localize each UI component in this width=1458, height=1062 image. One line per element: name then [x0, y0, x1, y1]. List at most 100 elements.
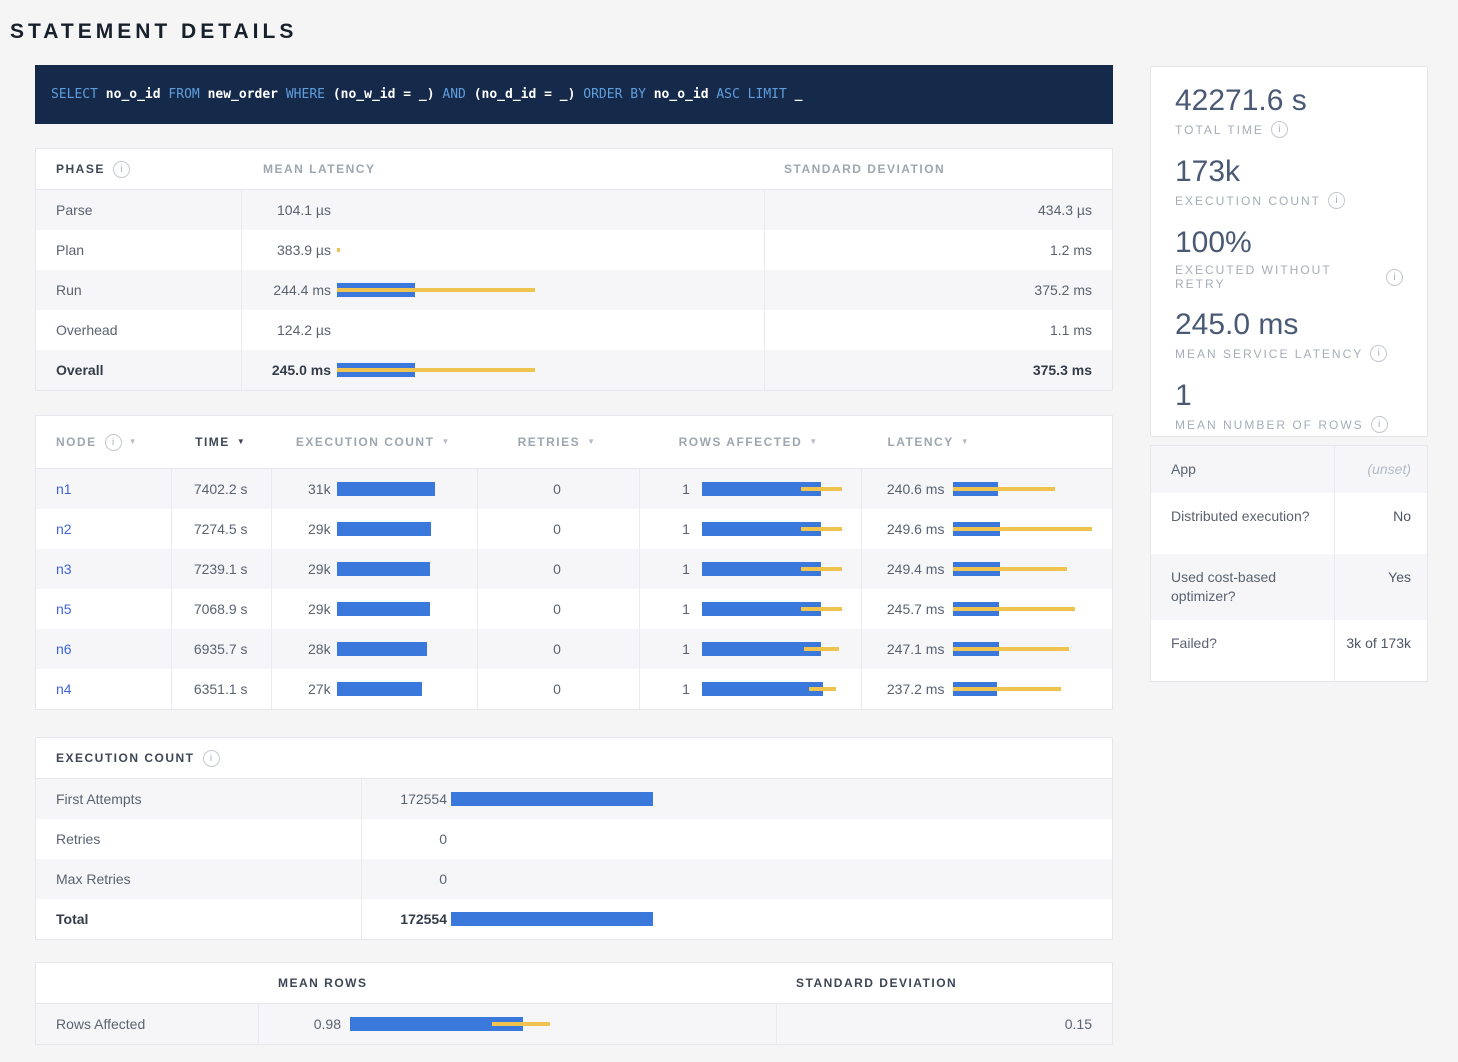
node-latency: 247.1 ms — [859, 641, 944, 657]
latency-column-header[interactable]: LATENCY ▼ — [859, 435, 1112, 449]
latency-bar — [337, 363, 756, 377]
standard-deviation-value: 0.15 — [776, 1016, 1112, 1032]
stat-value: 1 — [1175, 378, 1403, 414]
info-icon[interactable]: i — [1271, 121, 1288, 138]
table-row: Total 172554 — [36, 899, 1112, 939]
execution-count-header-label: EXECUTION COUNT — [296, 435, 435, 449]
sort-caret-icon[interactable]: ▼ — [961, 438, 970, 446]
rows-affected-bar — [702, 682, 856, 696]
node-time: 7274.5 s — [171, 521, 271, 537]
node-row: n4 6351.1 s 27k 0 1 237.2 ms — [36, 669, 1112, 709]
sql-identifier: no_o_id — [106, 87, 161, 102]
node-execution-count: 29k — [271, 561, 331, 577]
info-icon[interactable]: i — [1370, 345, 1387, 362]
mean-latency-value: 383.9 µs — [241, 242, 331, 258]
node-latency: 240.6 ms — [859, 481, 944, 497]
latency-bar — [953, 522, 1108, 536]
node-rows-affected: 1 — [638, 561, 690, 577]
table-row: Rows Affected 0.98 0.15 — [36, 1004, 1112, 1044]
info-icon[interactable]: i — [1328, 192, 1345, 209]
exec-row-label: Retries — [36, 831, 361, 847]
node-retries: 0 — [476, 601, 638, 617]
exec-row-label: First Attempts — [36, 791, 361, 807]
latency-bar — [953, 682, 1108, 696]
latency-header-label: LATENCY — [887, 435, 953, 449]
latency-bar — [953, 642, 1108, 656]
time-column-header[interactable]: TIME▼ — [171, 435, 271, 449]
latency-bar — [337, 243, 756, 257]
info-icon[interactable]: i — [1371, 416, 1388, 433]
table-row: Max Retries 0 — [36, 859, 1112, 899]
node-row: n5 7068.9 s 29k 0 1 245.7 ms — [36, 589, 1112, 629]
execution-count-bar — [337, 682, 473, 696]
node-retries: 0 — [476, 521, 638, 537]
rows-affected-bar — [702, 642, 856, 656]
node-latency: 249.4 ms — [859, 561, 944, 577]
mean-latency-value: 244.4 ms — [241, 282, 331, 298]
rows-affected-bar — [702, 522, 856, 536]
summary-stats-card: 42271.6 s TOTAL TIMEi 173k EXECUTION COU… — [1150, 66, 1428, 437]
rows-affected-label: Rows Affected — [36, 1016, 258, 1032]
stat-value: 42271.6 s — [1175, 83, 1403, 119]
stat-mean-service-latency: 245.0 ms MEAN SERVICE LATENCYi — [1175, 307, 1403, 362]
info-icon[interactable]: i — [203, 750, 220, 767]
rows-affected-bar — [702, 482, 856, 496]
sql-statement-box: SELECT no_o_id FROM new_order WHERE (no_… — [35, 65, 1113, 124]
node-rows-affected: 1 — [638, 641, 690, 657]
node-rows-affected: 1 — [638, 601, 690, 617]
attribute-label: Failed? — [1151, 620, 1332, 681]
info-icon[interactable]: i — [1386, 269, 1403, 286]
execution-count-column-header[interactable]: EXECUTION COUNT ▼ — [271, 435, 477, 449]
stat-label: MEAN SERVICE LATENCYi — [1175, 345, 1403, 362]
node-rows-affected: 1 — [638, 481, 690, 497]
node-link[interactable]: n4 — [56, 681, 72, 697]
sql-keyword: FROM — [161, 87, 208, 102]
attribute-row-cost-based-optimizer: Used cost-based optimizer? Yes — [1151, 554, 1427, 620]
sql-keyword: ORDER BY — [575, 87, 653, 102]
info-icon[interactable]: i — [113, 161, 130, 178]
stat-mean-number-of-rows: 1 MEAN NUMBER OF ROWS i — [1175, 378, 1403, 433]
sort-caret-icon[interactable]: ▼ — [587, 438, 596, 446]
sql-identifier: (no_w_id = _) — [333, 87, 435, 102]
node-header-label: NODE — [56, 435, 97, 449]
sort-caret-icon[interactable]: ▼ — [441, 438, 450, 446]
node-rows-affected: 1 — [638, 521, 690, 537]
node-link[interactable]: n5 — [56, 601, 72, 617]
sort-caret-icon[interactable]: ▼ — [237, 438, 246, 446]
node-time: 6351.1 s — [171, 681, 271, 697]
table-row: Retries 0 — [36, 819, 1112, 859]
node-rows-affected: 1 — [638, 681, 690, 697]
execution-count-table-header: EXECUTION COUNTi — [36, 738, 1112, 779]
node-link[interactable]: n6 — [56, 641, 72, 657]
retries-column-header[interactable]: RETRIES ▼ — [476, 435, 638, 449]
sort-caret-icon[interactable]: ▼ — [129, 438, 138, 446]
node-link[interactable]: n3 — [56, 561, 72, 577]
stat-total-time: 42271.6 s TOTAL TIMEi — [1175, 83, 1403, 138]
exec-row-value: 172554 — [361, 791, 447, 807]
sql-identifier: _ — [795, 87, 803, 102]
latency-bar — [953, 562, 1108, 576]
table-row: First Attempts 172554 — [36, 779, 1112, 819]
table-row: Run 244.4 ms 375.2 ms — [36, 270, 1112, 310]
standard-deviation-column-header: STANDARD DEVIATION — [764, 162, 1112, 176]
sort-caret-icon[interactable]: ▼ — [809, 438, 818, 446]
info-icon[interactable]: i — [105, 434, 122, 451]
latency-bar — [337, 203, 756, 217]
stat-label-text: MEAN NUMBER OF ROWS — [1175, 418, 1364, 432]
node-link[interactable]: n1 — [56, 481, 72, 497]
retries-header-label: RETRIES — [518, 435, 581, 449]
table-row: Plan 383.9 µs 1.2 ms — [36, 230, 1112, 270]
stat-value: 100% — [1175, 225, 1403, 261]
standard-deviation-value: 1.1 ms — [764, 322, 1112, 338]
rows-affected-column-header[interactable]: ROWS AFFECTED▼ — [638, 435, 860, 449]
attribute-value: No — [1332, 493, 1427, 554]
mean-latency-value: 104.1 µs — [241, 202, 331, 218]
latency-bar — [337, 283, 756, 297]
execution-count-bar — [337, 642, 473, 656]
node-time: 7239.1 s — [171, 561, 271, 577]
node-link[interactable]: n2 — [56, 521, 72, 537]
standard-deviation-value: 375.3 ms — [764, 362, 1112, 378]
node-column-header[interactable]: NODE i ▼ — [36, 434, 171, 451]
attribute-label: App — [1151, 446, 1332, 493]
stat-label-text: EXECUTION COUNT — [1175, 194, 1321, 208]
